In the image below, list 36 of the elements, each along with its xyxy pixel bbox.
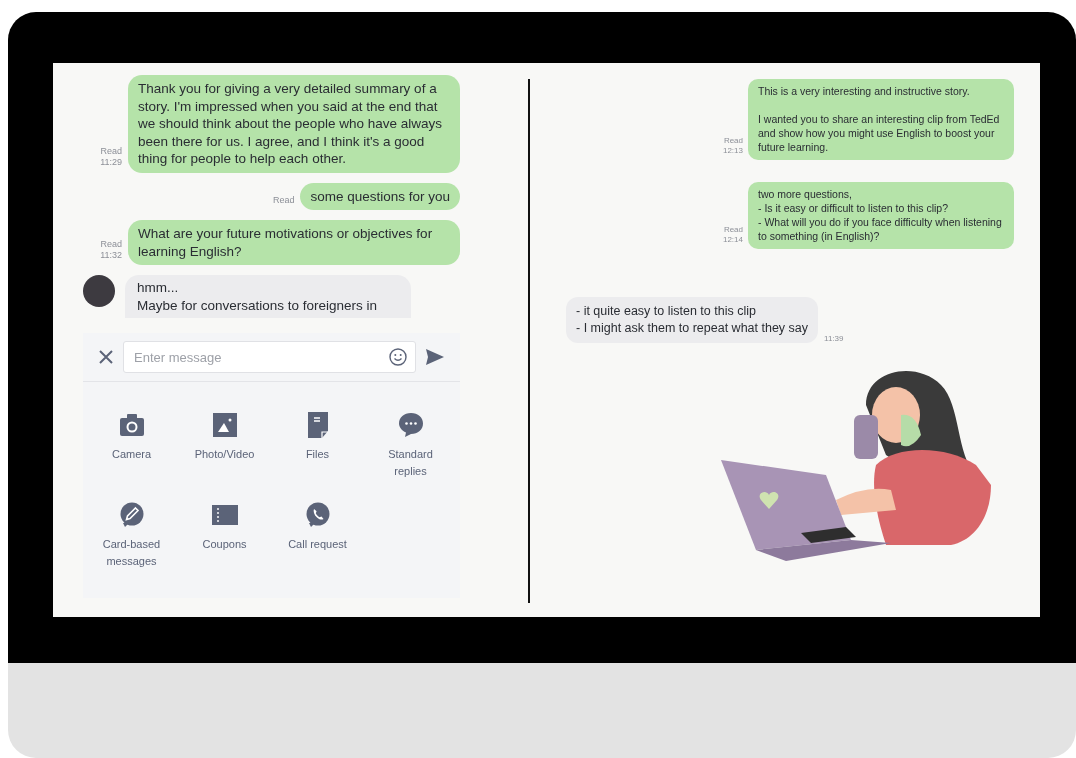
attachment-option[interactable]: Camera <box>85 412 178 480</box>
read-receipt: Read <box>100 238 122 250</box>
attachment-option[interactable]: Call request <box>271 502 364 570</box>
received-message: hmm... Maybe for conversations to foreigners in <box>125 275 411 318</box>
sent-message: This is a very interesting and instructive story. I wanted you to share an interesting clip from TedEd and show how you might use English to boost your future learning. <box>748 79 1014 160</box>
emoji-icon[interactable] <box>389 348 407 366</box>
pencil-icon <box>118 502 145 528</box>
avatar <box>83 275 115 307</box>
close-icon[interactable] <box>99 350 113 364</box>
sent-message: What are your future motivations or objectives for learning English? <box>128 220 460 265</box>
read-receipt: Read <box>100 146 122 158</box>
message-input[interactable]: Enter message <box>132 348 389 366</box>
attachment-option[interactable]: Files <box>271 412 364 480</box>
message-time: 11:39 <box>824 334 844 343</box>
ticket-icon <box>211 502 238 528</box>
attachment-option[interactable]: Coupons <box>178 502 271 570</box>
read-receipt: Read <box>723 225 743 235</box>
chat-bubble-icon <box>397 412 424 438</box>
message-time: 11:32 <box>100 249 122 261</box>
message-time: 12:14 <box>722 235 743 245</box>
send-icon[interactable] <box>426 349 444 365</box>
message-time: 11:29 <box>100 157 122 169</box>
sent-message: some questions for you <box>300 182 460 210</box>
attachment-option[interactable]: Card-based messages <box>85 502 178 570</box>
read-receipt: Read <box>272 194 295 206</box>
camera-icon <box>118 412 145 438</box>
read-receipt: Read <box>723 136 743 146</box>
message-field[interactable]: Enter message <box>123 341 416 373</box>
image-icon <box>211 412 238 438</box>
phone-icon <box>304 502 331 528</box>
message-time: 12:13 <box>722 146 743 156</box>
attachment-option[interactable]: Standard replies <box>364 412 457 480</box>
sent-message: Thank you for giving a very detailed summary of a story. I'm impressed when you said at the end that we should think about the people who have always been there for us. I agree, and I think it's a good thing for people to help each other. <box>128 75 460 173</box>
sent-message: two more questions, - Is it easy or difficult to listen to this clip? - What will you do if you face difficulty when listening to something (in English)? <box>748 182 1014 249</box>
received-message: - it quite easy to listen to this clip - I might ask them to repeat what they say <box>566 297 819 343</box>
attachment-option[interactable]: Photo/Video <box>178 412 271 480</box>
